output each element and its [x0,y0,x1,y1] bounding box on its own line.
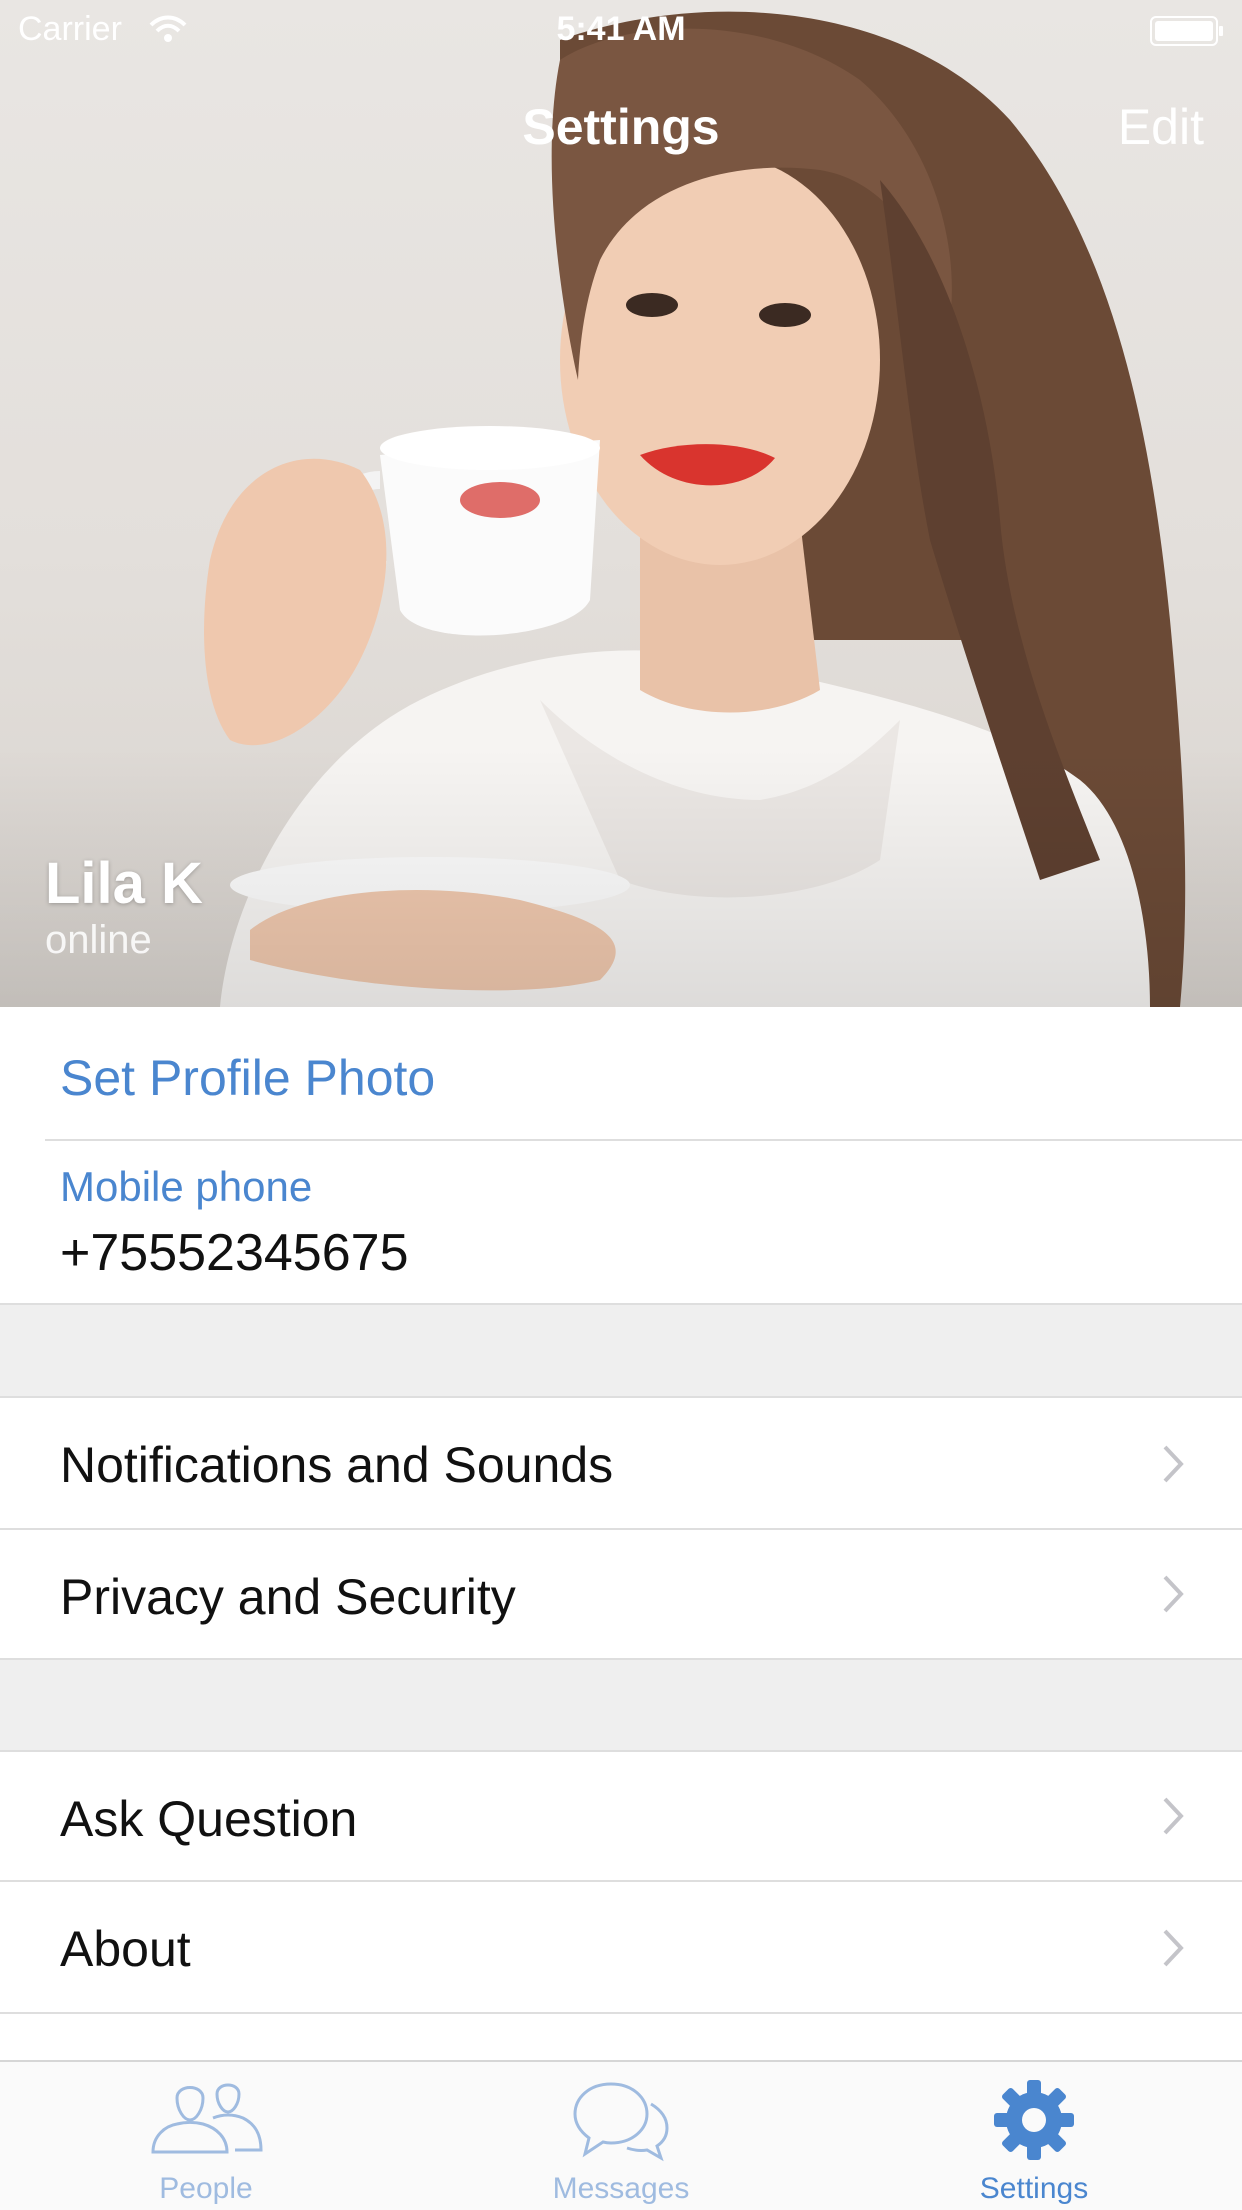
profile-status: online [45,918,152,962]
support-item-label: Ask Question [60,1791,358,1847]
settings-item-privacy[interactable]: Privacy and Security [0,1530,1242,1658]
messages-icon [573,2082,669,2162]
set-profile-photo-label: Set Profile Photo [60,1050,436,1106]
support-item-about[interactable]: About [0,1882,1242,2012]
settings-item-notifications[interactable]: Notifications and Sounds [0,1398,1242,1528]
tab-label: People [159,2172,253,2205]
page-title: Settings [522,99,720,155]
section-gap [0,1305,1242,1396]
profile-name: Lila K [45,851,203,916]
mobile-phone-value: +75552345675 [60,1224,409,1282]
support-item-label: About [60,1921,191,1977]
settings-item-label: Privacy and Security [60,1569,516,1625]
chevron-right-icon [1163,1445,1184,1483]
chevron-right-icon [1163,1575,1184,1613]
battery-icon [1150,16,1223,46]
profile-header: Carrier 5:41 AM Settings Edit Lila K onl… [0,0,1242,1007]
chevron-right-icon [1163,1797,1184,1835]
set-profile-photo-button[interactable]: Set Profile Photo [0,1007,1242,1139]
tab-label: Messages [552,2172,690,2205]
support-item-ask-question[interactable]: Ask Question [0,1752,1242,1880]
tab-label: Settings [979,2172,1089,2205]
tab-bar: People Messages Settings [0,2060,1242,2210]
gear-icon [994,2080,1074,2160]
divider [0,2012,1242,2014]
mobile-phone-row[interactable]: Mobile phone +75552345675 [0,1141,1242,1303]
mobile-phone-caption: Mobile phone [60,1163,313,1210]
section-gap [0,1660,1242,1750]
tab-messages[interactable]: Messages [471,2062,771,2210]
chevron-right-icon [1163,1929,1184,1967]
status-time: 5:41 AM [556,10,686,48]
tab-people[interactable]: People [56,2062,356,2210]
people-icon [151,2083,263,2154]
settings-item-label: Notifications and Sounds [60,1437,614,1493]
tab-settings[interactable]: Settings [884,2062,1184,2210]
status-bar: Carrier 5:41 AM [0,0,1242,60]
edit-button[interactable]: Edit [1118,98,1204,156]
